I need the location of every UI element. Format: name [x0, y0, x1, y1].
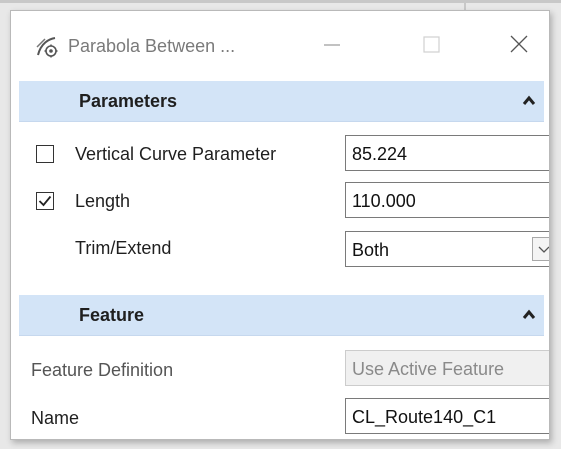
maximize-icon: [423, 36, 440, 53]
feature-panel: Feature Feature Definition Use Active Fe…: [19, 295, 549, 435]
close-button[interactable]: [496, 25, 542, 65]
minimize-button[interactable]: [308, 25, 354, 65]
feature-definition-label: Feature Definition: [31, 360, 174, 380]
chevron-up-icon[interactable]: [521, 307, 537, 323]
window-title: Parabola Between ...: [68, 36, 236, 56]
feature-header[interactable]: Feature: [19, 295, 544, 336]
trim-extend-value: Both: [352, 240, 390, 260]
minimize-icon: [324, 44, 340, 46]
vertical-curve-checkbox[interactable]: [36, 145, 54, 163]
length-checkbox[interactable]: [36, 192, 54, 210]
checkmark-icon: [38, 195, 52, 207]
parabola-tool-icon: [35, 35, 59, 59]
trim-extend-label: Trim/Extend: [75, 238, 172, 258]
parameters-title: Parameters: [79, 91, 178, 111]
close-icon: [510, 35, 528, 53]
trim-extend-select[interactable]: Both: [345, 231, 549, 267]
background-divider: [0, 0, 561, 3]
chevron-down-icon: [538, 246, 549, 253]
parameters-header[interactable]: Parameters: [19, 81, 544, 122]
length-input[interactable]: 110.000: [345, 182, 549, 218]
maximize-button[interactable]: [408, 25, 454, 65]
dialog-window: Parabola Between ... Parameters Vertical…: [10, 10, 550, 440]
title-bar[interactable]: Parabola Between ...: [11, 11, 549, 79]
name-label: Name: [31, 408, 80, 428]
feature-definition-field: Use Active Feature: [345, 350, 549, 386]
parameters-panel: Parameters Vertical Curve Parameter 85.2…: [19, 81, 549, 281]
feature-title: Feature: [79, 305, 145, 325]
length-label: Length: [75, 191, 131, 211]
name-input[interactable]: CL_Route140_C1: [345, 398, 549, 434]
chevron-up-icon[interactable]: [521, 93, 537, 109]
vertical-curve-input[interactable]: 85.224: [345, 135, 549, 171]
vertical-curve-label: Vertical Curve Parameter: [75, 144, 277, 164]
dropdown-button[interactable]: [532, 237, 549, 261]
